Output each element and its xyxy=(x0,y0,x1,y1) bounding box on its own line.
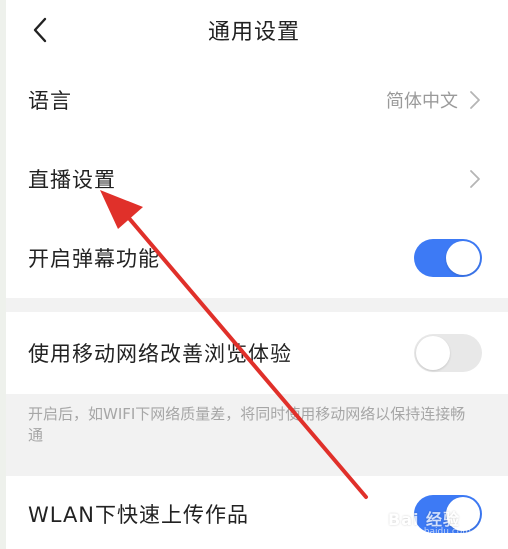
watermark-sub: jingyan.baidu.com xyxy=(388,527,472,537)
mobile-network-hint: 开启后，如WIFI下网络质量差，将同时使用移动网络以保持连接畅通 xyxy=(28,405,466,444)
live-settings-row[interactable]: 直播设置 xyxy=(0,140,508,218)
language-row[interactable]: 语言 简体中文 xyxy=(0,62,508,138)
header-bar: 通用设置 xyxy=(0,0,508,60)
toggle-knob xyxy=(416,336,450,370)
danmaku-toggle[interactable] xyxy=(414,239,482,277)
hint-section: 开启后，如WIFI下网络质量差，将同时使用移动网络以保持连接畅通 xyxy=(0,394,508,476)
language-label: 语言 xyxy=(28,89,72,113)
toggle-knob xyxy=(446,241,480,275)
settings-screen: 通用设置 语言 简体中文 直播设置 开启弹幕功能 使用移动网络改善浏览体验 开启… xyxy=(0,0,508,549)
page-title: 通用设置 xyxy=(207,20,300,45)
language-value: 简体中文 xyxy=(386,91,458,112)
watermark-logo: Bai 经验 jingyan.baidu.com xyxy=(388,500,508,540)
mobile-network-row: 使用移动网络改善浏览体验 xyxy=(0,312,508,394)
chevron-right-icon xyxy=(468,89,482,111)
section-divider xyxy=(0,298,508,312)
mobile-network-toggle[interactable] xyxy=(414,334,482,372)
danmaku-label: 开启弹幕功能 xyxy=(28,247,160,271)
chevron-right-icon xyxy=(468,168,482,190)
live-settings-label: 直播设置 xyxy=(28,168,116,192)
wlan-upload-label: WLAN下快速上传作品 xyxy=(28,503,250,527)
left-edge-strip xyxy=(0,0,6,549)
danmaku-row: 开启弹幕功能 xyxy=(0,218,508,298)
mobile-network-label: 使用移动网络改善浏览体验 xyxy=(28,342,292,366)
